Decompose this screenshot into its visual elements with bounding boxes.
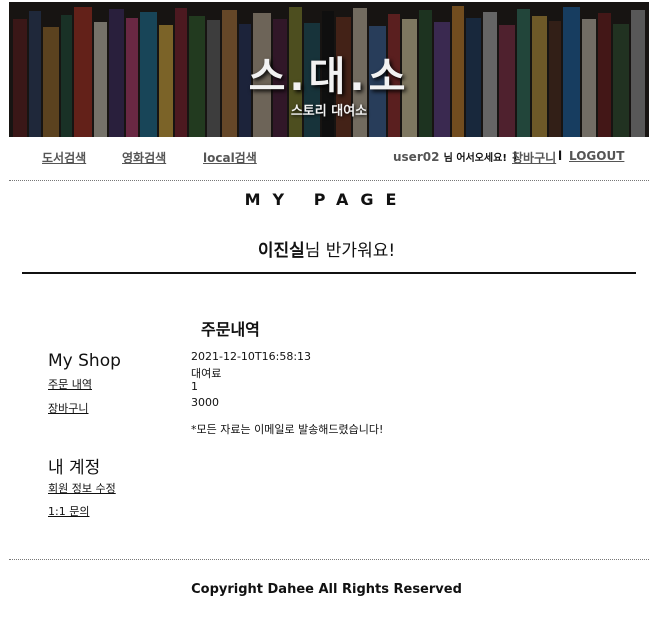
title-divider	[22, 272, 636, 274]
nav-local-search[interactable]: local검색	[203, 149, 257, 166]
greeting: 이진실님 반가워요!	[0, 236, 653, 261]
user-id: user02	[393, 150, 440, 164]
sidebar-edit-info[interactable]: 회원 정보 수정	[48, 480, 116, 496]
order-notice: *모든 자료는 이메일로 발송해드렸습니다!	[191, 423, 384, 436]
nav-divider	[9, 180, 649, 181]
site-logo[interactable]: 스.대.소	[9, 44, 649, 102]
sidebar-cart[interactable]: 장바구니	[48, 400, 88, 416]
nav-movie-search[interactable]: 영화검색	[122, 149, 166, 166]
order-type: 대여료	[191, 367, 222, 380]
footer-divider	[9, 559, 649, 560]
header-banner: 스.대.소 스토리 대여소	[9, 2, 649, 137]
order-date: 2021-12-10T16:58:13	[191, 350, 312, 363]
sidebar-order-history[interactable]: 주문 내역	[48, 376, 92, 392]
page-title: MY PAGE	[244, 190, 409, 209]
site-subtitle: 스토리 대여소	[290, 104, 368, 119]
greeting-name: 이진실	[257, 241, 305, 261]
nav-book-search[interactable]: 도서검색	[42, 149, 86, 166]
footer-copyright: Copyright Dahee All Rights Reserved	[191, 582, 462, 597]
my-account-heading: 내 계정	[48, 458, 101, 478]
logout-link[interactable]: LOGOUT	[569, 149, 624, 163]
greeting-text: 님 반가워요!	[304, 241, 396, 261]
nav-cart[interactable]: 장바구니	[512, 149, 556, 166]
order-price: 3000	[191, 396, 219, 409]
welcome-text: 님 어서오세요!	[443, 153, 507, 164]
orders-title: 주문내역	[201, 320, 260, 339]
order-quantity: 1	[191, 380, 198, 393]
nav-separator-2: l	[558, 149, 563, 163]
sidebar-inquiry[interactable]: 1:1 문의	[48, 503, 89, 519]
user-status: user02 님 어서오세요! l	[393, 149, 517, 164]
my-shop-heading: My Shop	[48, 351, 121, 371]
